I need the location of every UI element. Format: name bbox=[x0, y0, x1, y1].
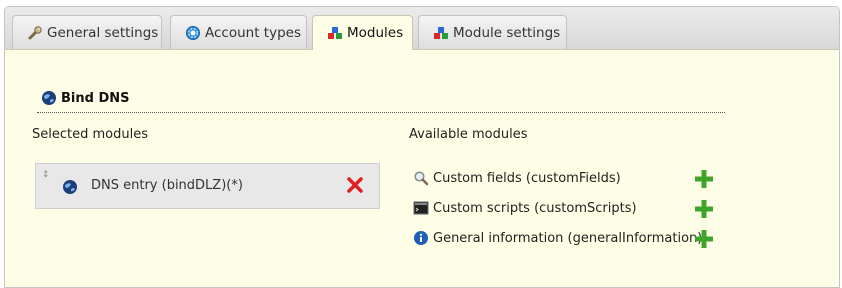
tab-module-settings-label: Module settings bbox=[453, 24, 561, 41]
modules-icon bbox=[433, 25, 449, 41]
available-module-label: Custom fields (customFields) bbox=[433, 170, 621, 186]
section-title: Bind DNS bbox=[41, 90, 130, 106]
tab-account-types[interactable]: Account types bbox=[170, 15, 307, 49]
info-icon bbox=[413, 230, 429, 246]
drag-handle-icon[interactable]: ↕ bbox=[42, 171, 50, 180]
gear-icon bbox=[185, 25, 201, 41]
globe-icon bbox=[41, 90, 57, 106]
terminal-icon bbox=[413, 200, 429, 216]
available-modules-label: Available modules bbox=[409, 127, 528, 142]
add-icon[interactable] bbox=[694, 199, 714, 219]
modules-panel: General settings Account types Modules M… bbox=[4, 6, 840, 288]
tab-module-settings[interactable]: Module settings bbox=[418, 15, 567, 49]
selected-modules-label: Selected modules bbox=[32, 127, 148, 142]
tab-general-settings[interactable]: General settings bbox=[12, 15, 162, 49]
available-module-item: Custom scripts (customScripts) bbox=[413, 198, 637, 218]
tab-modules[interactable]: Modules bbox=[312, 15, 413, 50]
available-module-item: Custom fields (customFields) bbox=[413, 168, 621, 188]
modules-icon bbox=[327, 25, 343, 41]
remove-icon[interactable] bbox=[346, 176, 364, 194]
wrench-icon bbox=[27, 25, 43, 41]
available-module-label: Custom scripts (customScripts) bbox=[433, 200, 637, 216]
available-module-label: General information (generalInformation) bbox=[433, 230, 703, 246]
globe-icon bbox=[62, 179, 78, 195]
add-icon[interactable] bbox=[694, 229, 714, 249]
selected-module-item[interactable]: ↕ DNS entry (bindDLZ)(*) bbox=[35, 163, 380, 209]
selected-module-label: DNS entry (bindDLZ)(*) bbox=[91, 178, 243, 193]
tab-modules-label: Modules bbox=[347, 25, 404, 41]
tab-account-types-label: Account types bbox=[205, 24, 301, 41]
add-icon[interactable] bbox=[694, 169, 714, 189]
tab-general-settings-label: General settings bbox=[47, 24, 159, 41]
tab-bar: General settings Account types Modules M… bbox=[5, 7, 839, 50]
magnifier-icon bbox=[413, 170, 429, 186]
section-title-text: Bind DNS bbox=[61, 90, 130, 106]
available-module-item: General information (generalInformation) bbox=[413, 228, 702, 248]
section-divider bbox=[37, 112, 725, 113]
